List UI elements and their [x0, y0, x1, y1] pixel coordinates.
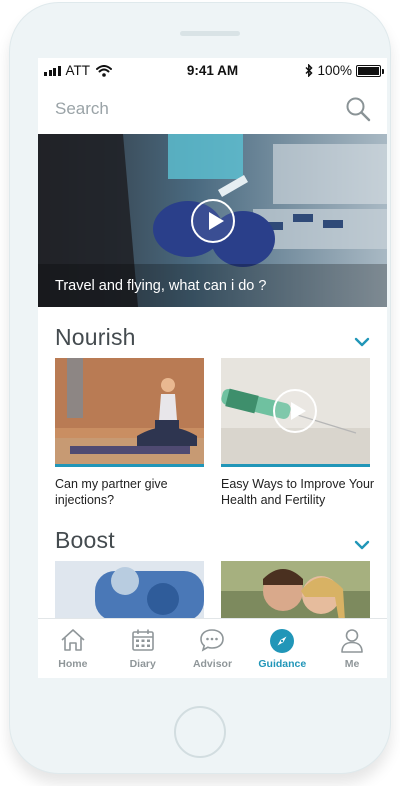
- bluetooth-icon: [305, 64, 314, 77]
- chevron-down-icon[interactable]: [354, 540, 370, 550]
- house-icon: [61, 629, 85, 651]
- phone-speaker: [180, 31, 240, 36]
- bottom-tab-bar: Home Diary Advisor Guidance Me: [38, 618, 387, 678]
- card-accent-bar: [55, 464, 204, 467]
- section-title-nourish: Nourish: [55, 324, 136, 350]
- content-card[interactable]: Can my partner give injections?: [55, 358, 204, 518]
- tab-home[interactable]: Home: [38, 619, 108, 678]
- chevron-down-icon[interactable]: [354, 337, 370, 347]
- tab-label: Guidance: [258, 658, 307, 670]
- card-title: Can my partner give injections?: [55, 477, 168, 507]
- tab-label: Advisor: [192, 658, 233, 670]
- hero-play-button[interactable]: [191, 199, 235, 243]
- search-input[interactable]: [55, 98, 335, 120]
- tab-me[interactable]: Me: [317, 619, 387, 678]
- battery-icon: [356, 64, 384, 77]
- calendar-icon: [131, 629, 154, 651]
- app-screen: ATT 9:41 AM 100% Search Travel and flyin…: [38, 58, 387, 678]
- compass-icon: [270, 629, 295, 653]
- content-card[interactable]: [55, 561, 204, 621]
- phone-home-button[interactable]: [174, 706, 226, 758]
- phone-frame: ATT 9:41 AM 100% Search Travel and flyin…: [9, 2, 391, 774]
- tab-label: Home: [58, 658, 88, 670]
- tab-label: Me: [344, 658, 360, 670]
- tab-advisor[interactable]: Advisor: [178, 619, 248, 678]
- tab-label: Diary: [129, 658, 156, 670]
- card-thumbnail: [221, 561, 370, 621]
- status-bar: ATT 9:41 AM 100%: [38, 58, 387, 84]
- card-accent-bar: [221, 464, 370, 467]
- search-bar: [38, 84, 387, 134]
- tab-guidance[interactable]: Guidance: [247, 619, 317, 678]
- battery-percent: 100%: [317, 63, 352, 78]
- chat-bubble-icon: [200, 629, 225, 652]
- section-title-boost: Boost: [55, 527, 115, 553]
- content-card[interactable]: Easy Ways to Improve Your Health and Fer…: [221, 358, 374, 518]
- person-icon: [341, 629, 363, 653]
- card-thumbnail: [55, 358, 204, 464]
- hero-caption: Travel and flying, what can i do ?: [55, 278, 267, 294]
- hero-video-card[interactable]: Travel and flying, what can i do ?: [38, 134, 387, 307]
- card-title: Easy Ways to Improve Your Health and Fer…: [221, 477, 375, 507]
- card-play-button[interactable]: [273, 389, 317, 433]
- status-right: 100%: [305, 63, 384, 78]
- tab-diary[interactable]: Diary: [108, 619, 178, 678]
- content-card[interactable]: [221, 561, 370, 621]
- card-thumbnail: [55, 561, 204, 621]
- search-icon[interactable]: [345, 96, 371, 122]
